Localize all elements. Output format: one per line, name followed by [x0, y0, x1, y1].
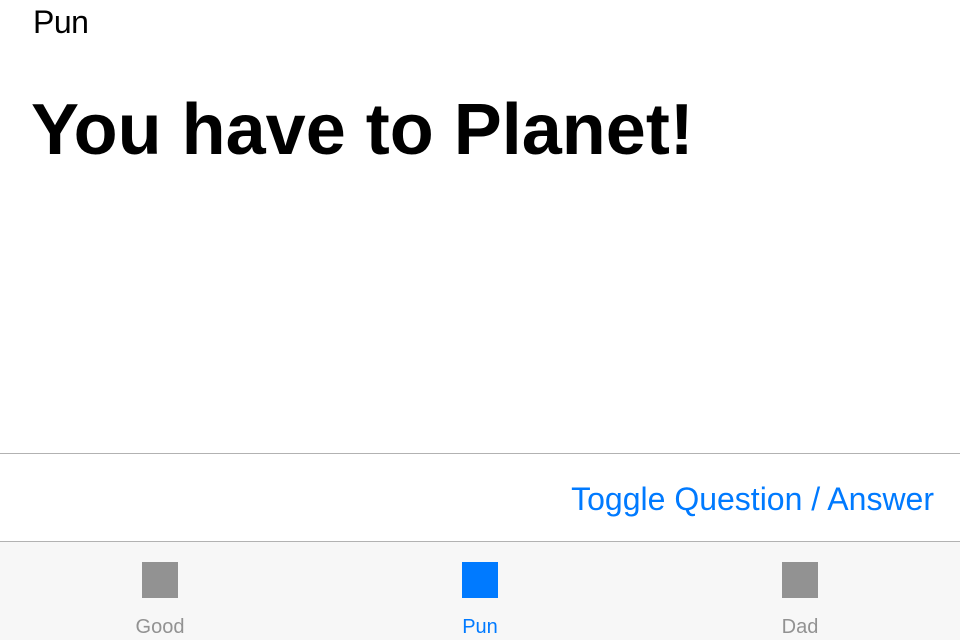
divider	[0, 453, 960, 454]
square-icon	[462, 562, 498, 598]
tab-bar: Good Pun Dad	[0, 541, 960, 640]
toggle-question-answer-button[interactable]: Toggle Question / Answer	[571, 478, 934, 520]
square-icon	[782, 562, 818, 598]
tab-good[interactable]: Good	[0, 542, 320, 640]
tab-label: Pun	[462, 616, 498, 638]
category-title: Pun	[33, 4, 89, 40]
joke-text: You have to Planet!	[31, 90, 694, 170]
tab-pun[interactable]: Pun	[320, 542, 640, 640]
tab-label: Dad	[781, 616, 819, 638]
tab-label: Good	[135, 616, 185, 638]
square-icon	[142, 562, 178, 598]
tab-dad[interactable]: Dad	[640, 542, 960, 640]
app-screen: Pun You have to Planet! Toggle Question …	[0, 0, 960, 640]
